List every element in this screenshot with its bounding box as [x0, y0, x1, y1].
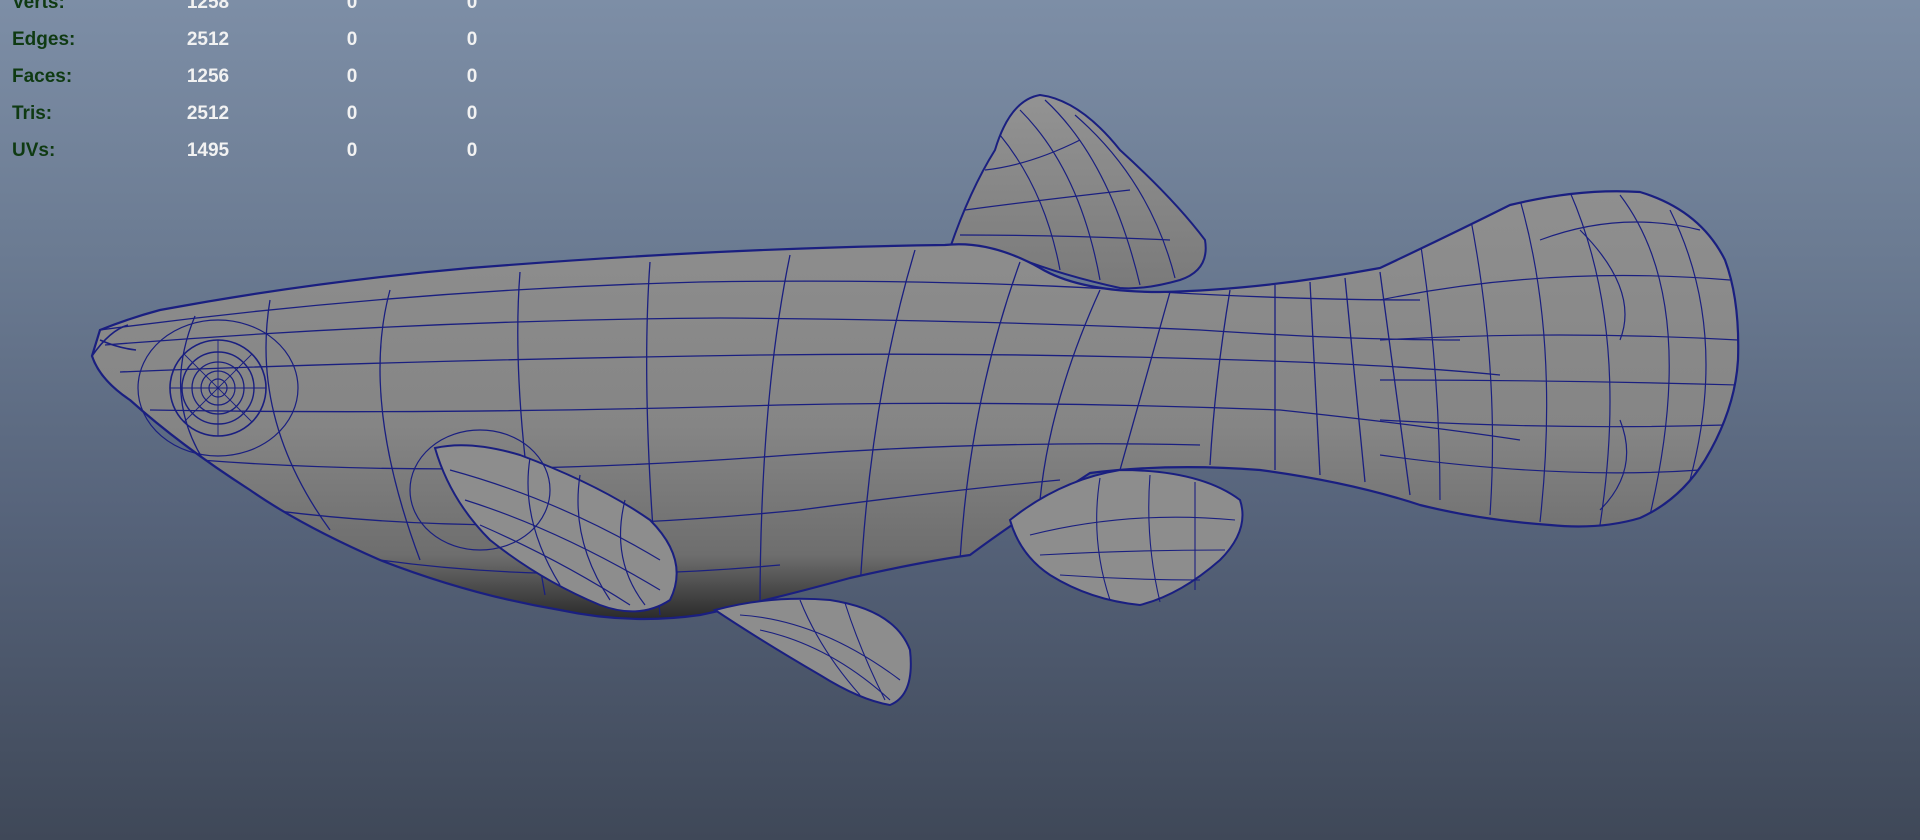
hud-component-value: 0: [466, 140, 478, 161]
hud-label: Faces:: [12, 66, 73, 87]
hud-selected-value: 0: [346, 140, 358, 161]
hud-total-value: 1258: [186, 0, 230, 13]
pelvic-fin[interactable]: [712, 597, 912, 707]
hud-selected-value: 0: [346, 0, 358, 13]
hud-selected-value: 0: [346, 66, 358, 87]
hud-selected-value: 0: [346, 29, 358, 50]
hud-label: Verts:: [12, 0, 65, 13]
hud-component-value: 0: [466, 66, 478, 87]
hud-row-tris: Tris: 2512 0 0: [12, 103, 492, 140]
hud-label: Tris:: [12, 103, 53, 124]
hud-total-value: 1256: [186, 66, 230, 87]
hud-selected-value: 0: [346, 103, 358, 124]
hud-row-faces: Faces: 1256 0 0: [12, 66, 492, 103]
hud-total-value: 1495: [186, 140, 230, 161]
hud-label: UVs:: [12, 140, 56, 161]
hud-total-value: 2512: [186, 103, 230, 124]
hud-total-value: 2512: [186, 29, 230, 50]
poly-count-hud: Verts: 1258 0 0 Edges: 2512 0 0 Faces: 1256 0 0 Tris…: [12, 0, 492, 177]
hud-label: Edges:: [12, 29, 76, 50]
hud-component-value: 0: [466, 0, 478, 13]
hud-row-uvs: UVs: 1495 0 0: [12, 140, 492, 177]
hud-component-value: 0: [466, 103, 478, 124]
hud-row-verts: Verts: 1258 0 0: [12, 0, 492, 29]
hud-component-value: 0: [466, 29, 478, 50]
hud-row-edges: Edges: 2512 0 0: [12, 29, 492, 66]
3d-viewport[interactable]: Verts: 1258 0 0 Edges: 2512 0 0 Faces: 1256 0 0 Tris…: [0, 0, 1920, 840]
